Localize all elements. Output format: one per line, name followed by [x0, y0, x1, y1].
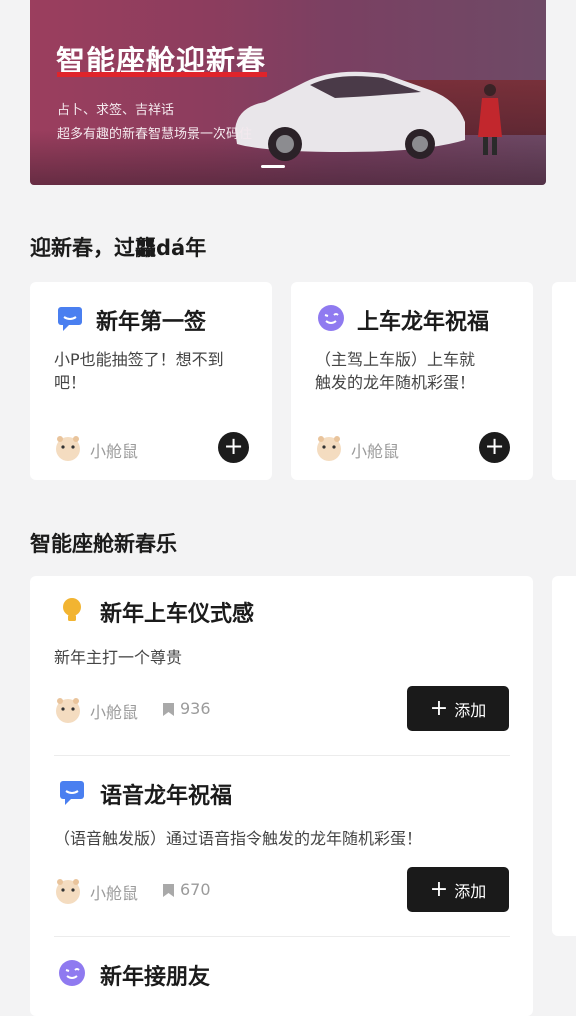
hamster-avatar — [56, 698, 80, 723]
hamster-avatar — [56, 436, 80, 461]
bookmark-icon — [163, 884, 174, 897]
item-description: （语音触发版）通过语音指令触发的龙年随机彩蛋！ — [54, 829, 423, 848]
banner-subtitle-1: 占卜、求签、吉祥话 — [57, 103, 175, 118]
banner-subtitle-2: 超多有趣的新春智慧场景一次码住 — [57, 127, 253, 142]
person-figure — [478, 84, 502, 155]
scene-list-card-partial[interactable] — [552, 576, 576, 936]
plus-icon: + — [429, 876, 449, 902]
use-count: 936 — [180, 699, 211, 718]
hamster-avatar — [56, 879, 80, 904]
author-name: 小舱鼠 — [351, 442, 400, 461]
card-description-line1: （主驾上车版）上车就 — [315, 350, 476, 369]
scene-card-dragon-blessing[interactable]: 上车龙年祝福 （主驾上车版）上车就 触发的龙年随机彩蛋！ 小舱鼠 + — [291, 282, 533, 480]
section-title-cockpit-fun: 智能座舱新春乐 — [30, 532, 177, 556]
add-circle-button[interactable]: + — [479, 432, 510, 463]
card-title: 上车龙年祝福 — [357, 310, 490, 335]
card-description-line2: 吧！ — [54, 373, 87, 392]
add-circle-button[interactable]: + — [218, 432, 249, 463]
item-description: 新年主打一个尊贵 — [54, 648, 183, 667]
add-button[interactable]: + 添加 — [407, 686, 509, 731]
use-count: 670 — [180, 880, 211, 899]
chat-bubble-icon — [60, 781, 84, 805]
scene-list-card: 新年上车仪式感 新年主打一个尊贵 小舱鼠 936 + 添加 语音龙年祝福 （语音… — [30, 576, 533, 1016]
card-description-line2: 触发的龙年随机彩蛋！ — [315, 373, 476, 392]
section-title-new-year: 迎新春，过龘dá年 — [30, 236, 207, 260]
carousel-indicator — [261, 165, 285, 168]
divider — [54, 755, 510, 756]
item-title: 新年接朋友 — [100, 965, 211, 990]
wink-face-icon — [318, 305, 344, 331]
wink-face-icon — [59, 960, 85, 986]
promo-banner[interactable]: 智能座舱迎新春 占卜、求签、吉祥话 超多有趣的新春智慧场景一次码住 — [30, 0, 546, 185]
chat-bubble-icon — [58, 307, 82, 331]
author-name: 小舱鼠 — [90, 703, 139, 722]
hamster-avatar — [317, 436, 341, 461]
lightbulb-icon — [63, 598, 81, 621]
plus-icon: + — [429, 695, 449, 721]
card-title: 新年第一签 — [96, 310, 207, 335]
bookmark-icon — [163, 703, 174, 716]
add-button-label: 添加 — [454, 881, 487, 901]
item-title: 语音龙年祝福 — [100, 784, 233, 809]
item-title: 新年上车仪式感 — [100, 602, 255, 627]
scene-card-first-lot[interactable]: 新年第一签 小P也能抽签了！想不到 吧！ 小舱鼠 + — [30, 282, 272, 480]
banner-title-underline — [57, 72, 267, 77]
add-button[interactable]: + 添加 — [407, 867, 509, 912]
divider — [54, 936, 510, 937]
author-name: 小舱鼠 — [90, 442, 139, 461]
card-description-line1: 小P也能抽签了！想不到 — [54, 350, 224, 369]
scene-card-partial[interactable] — [552, 282, 576, 480]
author-name: 小舱鼠 — [90, 884, 139, 903]
add-button-label: 添加 — [454, 700, 487, 720]
